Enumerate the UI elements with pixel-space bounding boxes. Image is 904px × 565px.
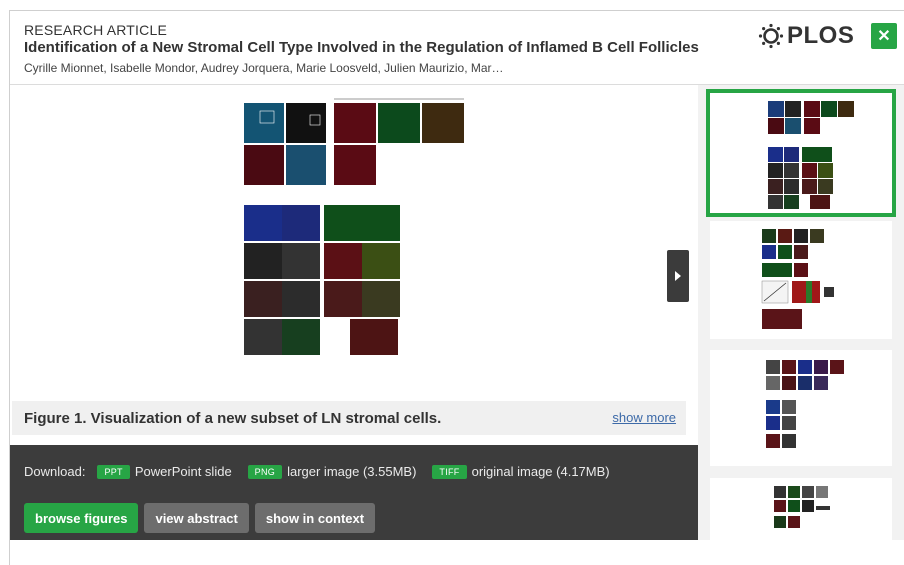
download-png-link[interactable]: larger image (3.55MB) [287,464,416,479]
thumbnail-image [766,360,844,448]
thumbnail-figure-4[interactable] [710,478,892,540]
panel-a [244,98,464,185]
close-icon: ✕ [877,28,891,45]
download-panel: Download: PPT PowerPoint slide PNG large… [10,445,698,540]
close-button[interactable]: ✕ [871,23,897,49]
panel-b [244,205,400,355]
bottom-margin [10,540,904,565]
download-tiff-link[interactable]: original image (4.17MB) [472,464,610,479]
thumbnail-image [768,101,854,209]
plos-logo: PLOS [758,22,854,50]
thumbnail-image [761,229,834,329]
download-row: Download: PPT PowerPoint slide PNG large… [24,464,626,479]
browse-figures-button[interactable]: browse figures [24,503,139,533]
view-abstract-button[interactable]: view abstract [144,503,249,533]
thumbnail-figure-3[interactable] [710,350,892,466]
author-list: Cyrille Mionnet, Isabelle Mondor, Audrey… [24,61,504,75]
next-figure-button[interactable] [667,250,689,302]
tiff-tag: TIFF [432,464,467,479]
thumbnail-image [774,486,830,528]
figure-thumbnail-list [698,85,904,540]
caption-bar: Figure 1. Visualization of a new subset … [12,401,686,435]
png-tag: PNG [247,464,283,479]
download-ppt-link[interactable]: PowerPoint slide [135,464,232,479]
show-more-link[interactable]: show more [612,410,676,425]
thumbnail-figure-2[interactable] [710,221,892,339]
download-label: Download: [24,464,86,479]
ppt-tag: PPT [97,464,130,479]
figure-image [244,98,464,355]
chevron-right-icon [675,271,681,281]
figure-caption: Figure 1. Visualization of a new subset … [24,410,442,427]
article-title: Identification of a New Stromal Cell Typ… [24,39,699,56]
show-in-context-button[interactable]: show in context [254,503,376,533]
article-type: RESEARCH ARTICLE [24,22,167,38]
thumbnail-figure-1[interactable] [706,89,896,217]
plos-logo-text: PLOS [787,22,855,49]
plos-logo-icon [758,23,784,49]
action-buttons: browse figures view abstract show in con… [24,503,381,533]
